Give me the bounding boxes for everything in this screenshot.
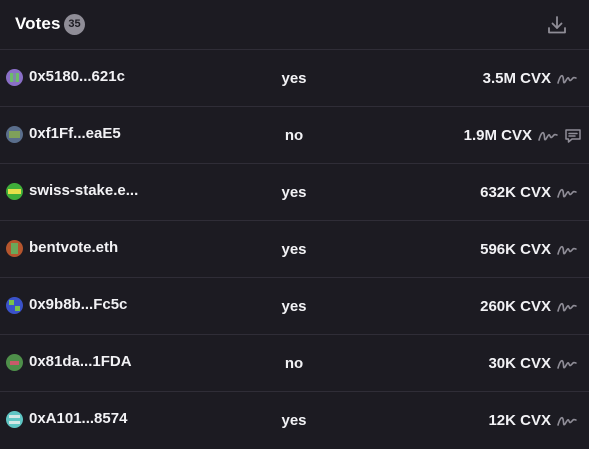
voting-power: 12K CVX — [488, 412, 551, 429]
vote-row: 0x81da...1FDA no 30K CVX — [0, 335, 589, 392]
vote-choice: no — [284, 127, 304, 144]
voting-power: 3.5M CVX — [482, 70, 551, 87]
vote-choice: yes — [281, 298, 307, 315]
vote-choice: yes — [281, 412, 307, 429]
avatar[interactable] — [6, 183, 23, 200]
voting-power: 596K CVX — [480, 241, 551, 258]
vote-choice: no — [284, 355, 304, 372]
voter-address[interactable]: 0xA101...8574 — [29, 410, 127, 427]
download-button[interactable] — [545, 13, 569, 37]
signature-icon[interactable] — [556, 72, 578, 86]
voting-power: 30K CVX — [488, 355, 551, 372]
voter-address[interactable]: swiss-stake.e... — [29, 182, 138, 199]
voter-address[interactable]: 0xf1Ff...eaE5 — [29, 125, 121, 142]
signature-icon[interactable] — [537, 129, 559, 143]
avatar[interactable] — [6, 69, 23, 86]
votes-panel: Votes 35 0x5180...621c yes 3.5M CVX 0xf1… — [0, 0, 589, 449]
signature-icon[interactable] — [556, 186, 578, 200]
avatar[interactable] — [6, 126, 23, 143]
voting-power: 1.9M CVX — [463, 127, 532, 144]
voting-power: 260K CVX — [480, 298, 551, 315]
avatar[interactable] — [6, 297, 23, 314]
votes-count-badge: 35 — [64, 14, 85, 35]
vote-row: 0x5180...621c yes 3.5M CVX — [0, 50, 589, 107]
comment-icon[interactable] — [564, 128, 582, 144]
vote-row: 0xf1Ff...eaE5 no 1.9M CVX — [0, 107, 589, 164]
vote-row: 0x9b8b...Fc5c yes 260K CVX — [0, 278, 589, 335]
votes-title: Votes — [15, 14, 61, 33]
vote-row: swiss-stake.e... yes 632K CVX — [0, 164, 589, 221]
vote-row: bentvote.eth yes 596K CVX — [0, 221, 589, 278]
download-icon — [548, 16, 566, 34]
avatar[interactable] — [6, 354, 23, 371]
voting-power: 632K CVX — [480, 184, 551, 201]
vote-choice: yes — [281, 70, 307, 87]
votes-header: Votes 35 — [0, 0, 589, 50]
signature-icon[interactable] — [556, 414, 578, 428]
avatar[interactable] — [6, 240, 23, 257]
vote-row: 0xA101...8574 yes 12K CVX — [0, 392, 589, 449]
signature-icon[interactable] — [556, 300, 578, 314]
vote-choice: yes — [281, 241, 307, 258]
signature-icon[interactable] — [556, 357, 578, 371]
avatar[interactable] — [6, 411, 23, 428]
vote-choice: yes — [281, 184, 307, 201]
voter-address[interactable]: 0x81da...1FDA — [29, 353, 132, 370]
voter-address[interactable]: 0x5180...621c — [29, 68, 125, 85]
signature-icon[interactable] — [556, 243, 578, 257]
voter-address[interactable]: 0x9b8b...Fc5c — [29, 296, 127, 313]
voter-address[interactable]: bentvote.eth — [29, 239, 118, 256]
